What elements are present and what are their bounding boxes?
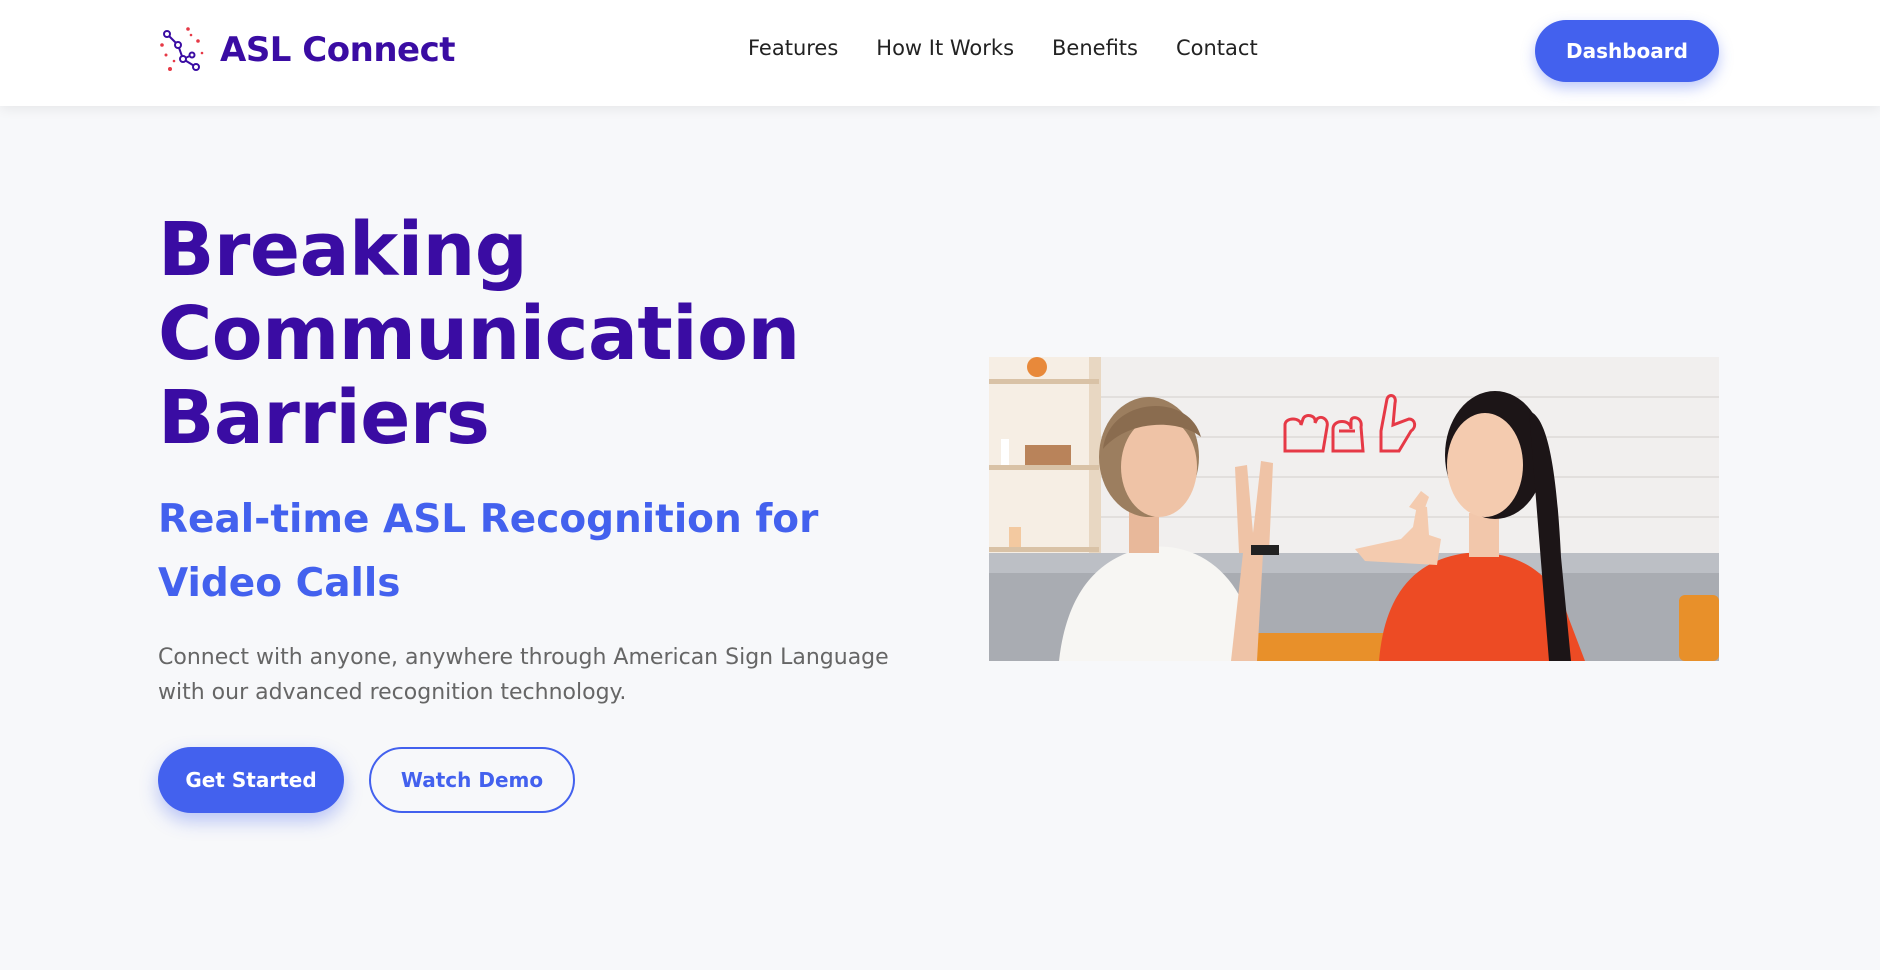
nav-link-how-it-works[interactable]: How It Works	[876, 36, 1014, 60]
sign-language-photo	[989, 357, 1719, 661]
main-nav: Features How It Works Benefits Contact	[748, 36, 1296, 60]
nav-link-contact[interactable]: Contact	[1176, 36, 1258, 60]
get-started-button[interactable]: Get Started	[158, 747, 344, 813]
brand-name: ASL Connect	[220, 30, 456, 70]
hero-description: Connect with anyone, anywhere through Am…	[158, 645, 889, 705]
constellation-icon	[160, 27, 204, 71]
nav-link-benefits[interactable]: Benefits	[1052, 36, 1138, 60]
dashboard-button[interactable]: Dashboard	[1535, 20, 1719, 82]
nav-link-features[interactable]: Features	[748, 36, 838, 60]
hero-title: Breaking Communication Barriers	[158, 207, 800, 461]
hero-image	[989, 357, 1719, 661]
logo[interactable]: ASL Connect	[158, 25, 456, 75]
hero-subtitle: Real-time ASL Recognition for Video Call…	[158, 497, 819, 606]
navbar: ASL Connect Features How It Works Benefi…	[0, 0, 1880, 106]
watch-demo-button[interactable]: Watch Demo	[369, 747, 575, 813]
